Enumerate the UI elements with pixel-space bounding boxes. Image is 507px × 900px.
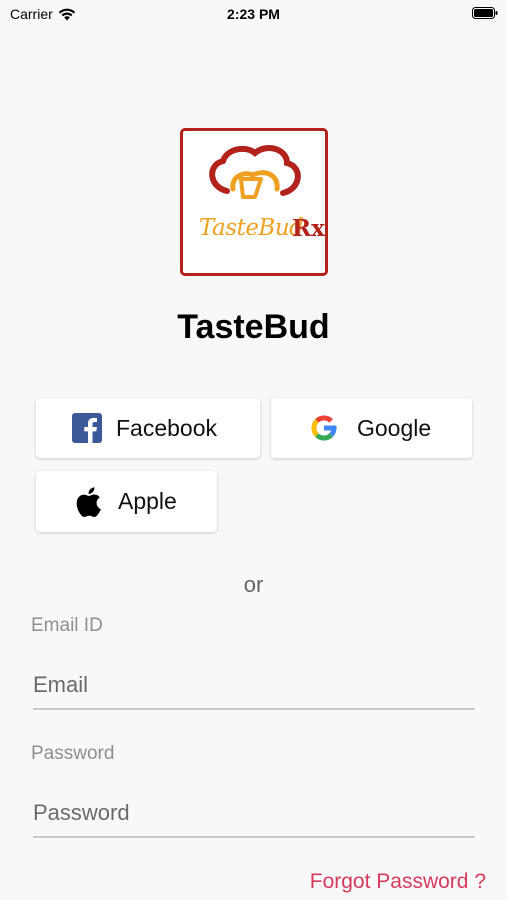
chef-hat-icon xyxy=(209,145,301,199)
password-label: Password xyxy=(31,743,115,764)
or-divider: or xyxy=(243,572,264,597)
page-title: TasteBud xyxy=(177,308,330,346)
google-login-button[interactable]: Google xyxy=(271,398,472,458)
apple-login-button[interactable]: Apple xyxy=(36,471,217,532)
logo-wordmark: TasteBud xyxy=(199,215,304,241)
password-field[interactable] xyxy=(33,790,475,838)
facebook-login-button[interactable]: Facebook xyxy=(36,398,260,458)
apple-icon xyxy=(72,485,102,519)
facebook-icon xyxy=(72,413,102,443)
email-label: Email ID xyxy=(31,615,103,636)
status-bar: Carrier 2:23 PM xyxy=(0,0,507,28)
app-logo: TasteBud Rx xyxy=(180,128,328,276)
forgot-password-link[interactable]: Forgot Password ? xyxy=(310,870,486,894)
email-field[interactable] xyxy=(33,662,475,710)
google-label: Google xyxy=(357,414,432,441)
battery-icon xyxy=(472,7,498,19)
facebook-label: Facebook xyxy=(116,414,218,441)
status-time: 2:23 PM xyxy=(227,6,280,22)
logo-rx: Rx xyxy=(292,215,325,242)
google-icon xyxy=(307,411,341,445)
apple-label: Apple xyxy=(118,488,177,514)
